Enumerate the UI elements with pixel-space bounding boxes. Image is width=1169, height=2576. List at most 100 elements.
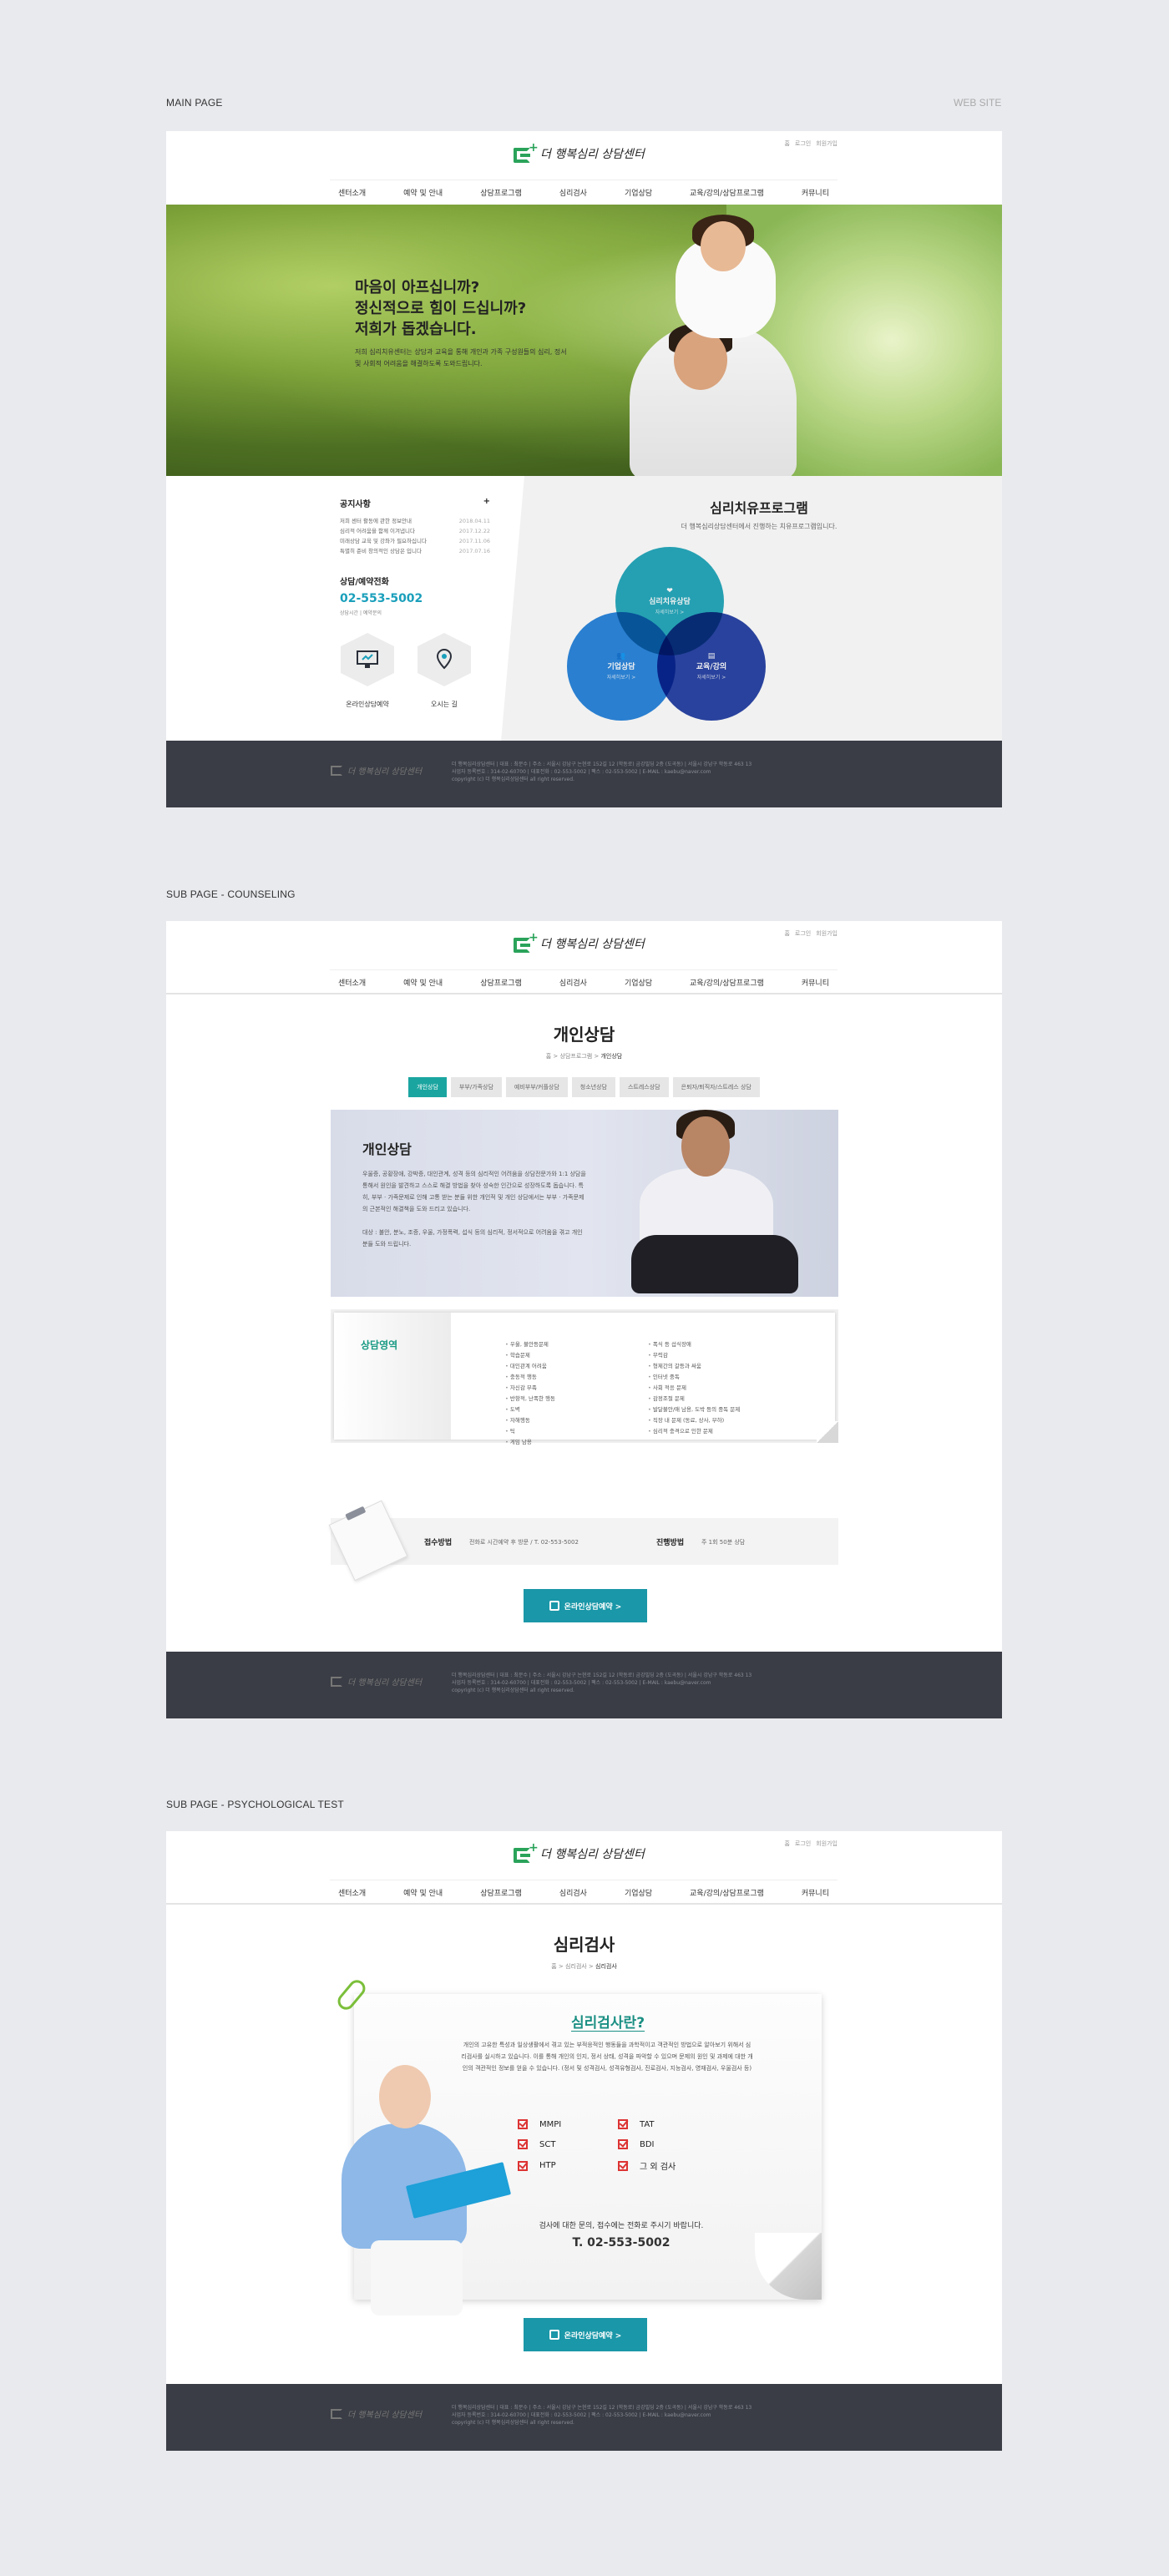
monitor-icon — [357, 650, 378, 668]
check-item: HTP — [518, 2159, 618, 2172]
area-list-2: 폭식 등 섭식장애무력감형제간의 갈등과 싸움인터넷 중독사회 적응 문제감정조… — [648, 1339, 740, 1437]
proceed-label: 진행방법 — [656, 1539, 685, 1547]
tab-couple[interactable]: 예비부부/커플상담 — [505, 1077, 568, 1097]
checkbox-icon — [618, 2160, 628, 2171]
main-content: 공지사항 + 저희 센터 활동에 관한 정보안내 2018.04.11 심리적 어려… — [166, 476, 1002, 741]
phone-title: 상담/예약전화 — [340, 578, 389, 587]
nav-item-community[interactable]: 커뮤니티 — [793, 187, 838, 198]
tab-retiree[interactable]: 은퇴자/퇴직자/스트레스 상담 — [672, 1077, 760, 1097]
check-item: MMPI — [518, 2119, 618, 2129]
logo-text: 더 행복심리 상담센터 — [540, 148, 645, 161]
hero-line-2: 정신적으로 힘이 드십니까? — [355, 300, 527, 317]
header: 홈 로그인 회원가입 + 더 행복심리 상담센터 센터소개 예약 및 안내 상담… — [166, 131, 1002, 205]
page-title: 심리검사 — [553, 1935, 615, 1955]
breadcrumb: 홈 > 상담프로그램 > 개인상담 — [545, 1053, 623, 1060]
program-venn: ❤ 심리치유상담 자세히보기 > 👥 기업상담 자세히보기 > ▤ 교육/강의 자세히보기 … — [567, 547, 767, 731]
tab-individual[interactable]: 개인상담 — [408, 1077, 447, 1097]
program-circle-education[interactable]: ▤ 교육/강의 자세히보기 > — [657, 612, 766, 721]
check-item: BDI — [618, 2139, 718, 2149]
page-header: 개인상담 홈 > 상담프로그램 > 개인상담 — [166, 1021, 1002, 1060]
util-nav: 홈 로그인 회원가입 — [784, 139, 838, 148]
notice-more-icon[interactable]: + — [483, 497, 490, 509]
tab-stress[interactable]: 스트레스상담 — [619, 1077, 669, 1097]
notice-item[interactable]: 특별히 준비 창의적인 상담은 입니다 2017.07.16 — [340, 546, 490, 556]
counseling-banner: 개인상담 우울증, 공황장애, 강박증, 대인관계, 성격 등의 심리적인 어려… — [331, 1110, 838, 1297]
hand-heart-icon: ❤ — [666, 587, 673, 595]
breadcrumb: 홈 > 심리검사 > 심리검사 — [551, 1963, 617, 1970]
test-checklist: MMPI TAT SCT BDI HTP 그 외 검사 — [518, 2119, 718, 2172]
logo[interactable]: + 더 행복심리 상담센터 — [514, 141, 645, 163]
hero-description: 저희 심리치유센터는 상담과 교육을 통해 개인과 가족 구성원들의 심리, 정… — [355, 348, 567, 367]
logo-mark-icon: + — [514, 1841, 539, 1863]
program-title: 심리치유프로그램 — [710, 500, 808, 516]
nav-item-about[interactable]: 센터소개 — [330, 187, 374, 198]
receipt-value: 전화로 시간예약 후 방문 / T. 02-553-5002 — [469, 1539, 579, 1546]
notice-board: 공지사항 + 저희 센터 활동에 관한 정보안내 2018.04.11 심리적 어려… — [340, 497, 490, 556]
tab-family[interactable]: 부부/가족상담 — [450, 1077, 502, 1097]
nav-item-programs[interactable]: 상담프로그램 — [472, 187, 530, 198]
banner-man-figure — [615, 1110, 815, 1297]
hero-line-1: 마음이 아프십니까? — [355, 279, 480, 296]
clipboard-icon — [328, 1500, 408, 1582]
book-icon: ▤ — [707, 652, 716, 660]
sub-test-label: SUB PAGE - PSYCHOLOGICAL TEST — [166, 1799, 344, 1810]
main-nav: 센터소개 예약 및 안내 상담프로그램 심리검사 기업상담 교육/강의/상담프로그램 커뮤니… — [330, 969, 838, 994]
proceed-value: 주 1회 50분 상담 — [701, 1539, 746, 1546]
checkbox-icon — [618, 2139, 628, 2149]
page-header: 심리검사 홈 > 심리검사 > 심리검사 — [166, 1931, 1002, 1971]
hero-banner: 마음이 아프십니까? 정신적으로 힘이 드십니까? 저희가 돕겠습니다. 저희 … — [166, 205, 1002, 476]
footer: 더 행복심리 상담센터 더 행복심리상담센터 | 대표 : 최문수 | 주소 :… — [166, 2384, 1002, 2451]
notice-item[interactable]: 저희 센터 활동에 관한 정보안내 2018.04.11 — [340, 516, 490, 526]
nav-item-education[interactable]: 교육/강의/상담프로그램 — [681, 187, 772, 198]
program-subtitle: 더 행복심리상담센터에서 진행하는 치유프로그램입니다. — [681, 523, 838, 530]
paper-title: 심리검사란? — [571, 2015, 645, 2032]
logo[interactable]: + 더 행복심리 상담센터 — [514, 931, 645, 953]
nav-item-reservation[interactable]: 예약 및 안내 — [395, 187, 451, 198]
counseling-area-box: 상담영역 우울, 불안등문제학습문제대인관계 어려움충동적 행동자신감 부족반항… — [331, 1309, 838, 1445]
notice-item[interactable]: 미래상담 교육 및 강좌가 필요하십니다 2017.11.06 — [340, 536, 490, 546]
util-login[interactable]: 로그인 — [795, 139, 811, 148]
main-nav: 센터소개 예약 및 안내 상담프로그램 심리검사 기업상담 교육/강의/상담프로그램 커뮤니… — [330, 1880, 838, 1905]
website-label: WEB SITE — [954, 97, 1002, 109]
footer: 더 행복심리 상담센터 더 행복심리상담센터 | 대표 : 최문수 | 주소 :… — [166, 1652, 1002, 1718]
util-join[interactable]: 회원가입 — [816, 139, 838, 148]
check-item: SCT — [518, 2139, 618, 2149]
method-bar: 접수방법 전화로 시간예약 후 방문 / T. 02-553-5002 진행방법… — [328, 1500, 838, 1582]
hero-heading: 마음이 아프십니까? 정신적으로 힘이 드십니까? 저희가 돕겠습니다. — [355, 277, 572, 340]
main-nav: 센터소개 예약 및 안내 상담프로그램 심리검사 기업상담 교육/강의/상담프로… — [330, 180, 838, 205]
check-item: 그 외 검사 — [618, 2159, 718, 2172]
edit-icon — [549, 2330, 559, 2340]
tab-youth[interactable]: 청소년상담 — [571, 1077, 615, 1097]
counseling-page-frame: 홈 로그인 회원가입 + 더 행복심리 상담센터 센터소개 예약 및 안내 상담프로그램 심… — [166, 921, 1002, 1718]
notice-item[interactable]: 심리적 어려움을 함께 이겨냅니다 2017.12.22 — [340, 526, 490, 536]
sub-counseling-label: SUB PAGE - COUNSELING — [166, 888, 296, 900]
phone-sub: 상담시간 | 예약문의 — [340, 610, 382, 616]
util-home[interactable]: 홈 — [784, 139, 789, 148]
checkbox-icon — [518, 2119, 528, 2129]
inquiry-phone: T. 02-553-5002 — [572, 2236, 671, 2250]
hero-line-3: 저희가 돕겠습니다. — [355, 321, 477, 338]
page-title: 개인상담 — [553, 1025, 615, 1045]
checkbox-icon — [518, 2160, 528, 2171]
logo[interactable]: + 더 행복심리 상담센터 — [514, 1841, 645, 1863]
online-booking-button[interactable]: 온라인상담예약 > — [524, 2318, 647, 2351]
nav-item-test[interactable]: 심리검사 — [551, 187, 595, 198]
online-booking-button[interactable]: 온라인상담예약 > — [524, 1589, 647, 1622]
check-item: TAT — [618, 2119, 718, 2129]
banner-title: 개인상담 — [362, 1141, 412, 1157]
logo-mark-icon: + — [514, 141, 539, 163]
receipt-label: 접수방법 — [424, 1539, 453, 1547]
inquiry-text: 검사에 대한 문의, 접수에는 전화로 주시기 바랍니다. — [539, 2222, 704, 2230]
footer: 더 행복심리 상담센터 더 행복심리상담센터 | 대표 : 최문수 | 주소 :… — [166, 741, 1002, 807]
directions-button[interactable]: 오시는 길 — [415, 633, 473, 709]
header: 홈 로그인 회원가입 + 더 행복심리 상담센터 센터소개 예약 및 안내 상담프로그램 심… — [166, 1831, 1002, 1905]
nav-item-corporate[interactable]: 기업상담 — [616, 187, 660, 198]
header: 홈 로그인 회원가입 + 더 행복심리 상담센터 센터소개 예약 및 안내 상담프로그램 심… — [166, 921, 1002, 994]
footer-logo: 더 행복심리 상담센터 — [331, 764, 422, 777]
edit-icon — [549, 1601, 559, 1611]
checkbox-icon — [618, 2119, 628, 2129]
footer-info: 더 행복심리상담센터 | 대표 : 최문수 | 주소 : 서울시 강남구 논현로… — [452, 762, 752, 782]
main-page-frame: 홈 로그인 회원가입 + 더 행복심리 상담센터 센터소개 예약 및 안내 상담… — [166, 131, 1002, 807]
online-booking-button[interactable]: 온라인상담예약 — [338, 633, 397, 709]
phone-box: 상담/예약전화 02-553-5002 상담시간 | 예약문의 — [340, 574, 423, 616]
